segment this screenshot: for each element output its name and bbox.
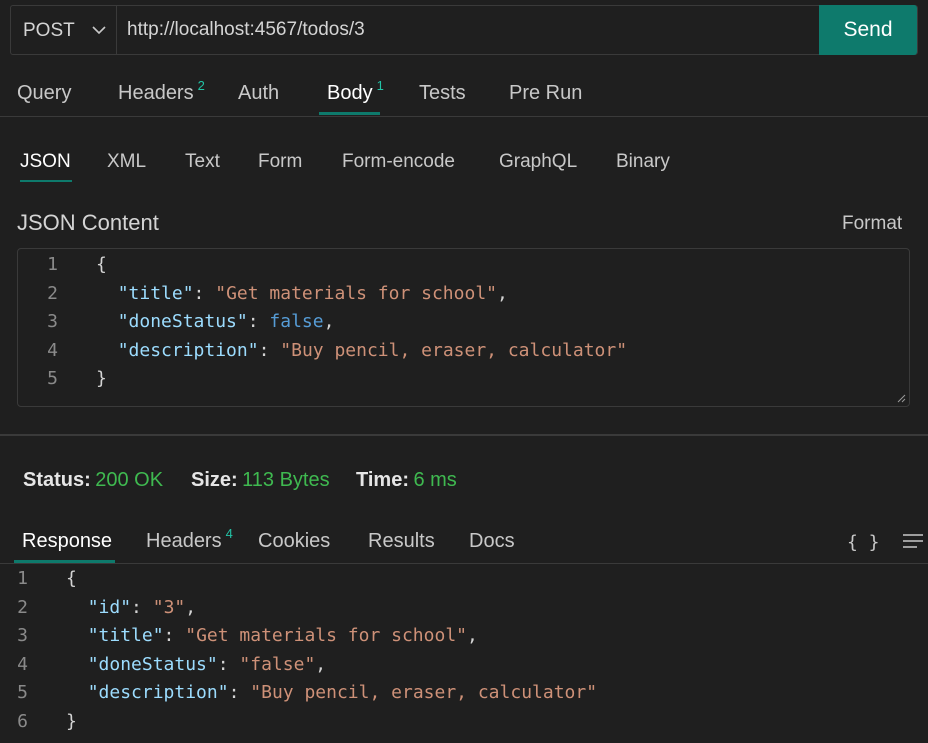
code-line: "title": "Get materials for school", xyxy=(117,283,508,304)
tab-body[interactable]: Body 1 xyxy=(327,78,384,105)
url-bar: POST Send xyxy=(10,5,918,55)
json-view-button[interactable]: { } xyxy=(847,532,880,553)
status-label: Status: xyxy=(23,469,91,491)
time-label: Time: xyxy=(356,469,409,491)
menu-icon[interactable] xyxy=(901,532,925,550)
code-line: "description": "Buy pencil, eraser, calc… xyxy=(117,340,628,361)
active-tab-indicator xyxy=(319,112,380,115)
status-value: 200 OK xyxy=(95,469,164,491)
tab-pre-run[interactable]: Pre Run xyxy=(509,82,582,105)
line-number: 1 xyxy=(17,568,28,589)
chevron-down-icon xyxy=(92,26,106,35)
line-number: 6 xyxy=(17,711,28,732)
body-tab-indicator xyxy=(20,180,72,182)
tab-label: Headers xyxy=(118,82,194,104)
size-summary: Size: 113 Bytes xyxy=(191,469,330,492)
body-tab-binary[interactable]: Binary xyxy=(616,151,670,173)
pane-divider[interactable] xyxy=(0,434,928,436)
response-tab-response[interactable]: Response xyxy=(22,530,112,553)
body-tab-text[interactable]: Text xyxy=(185,151,220,173)
resize-grip-icon[interactable] xyxy=(896,393,906,403)
tab-label: Auth xyxy=(238,82,280,104)
line-number: 2 xyxy=(47,283,58,304)
body-tab-form-encode[interactable]: Form-encode xyxy=(342,151,455,173)
code-line: } xyxy=(66,711,77,732)
response-tab-cookies[interactable]: Cookies xyxy=(258,530,330,553)
time-value: 6 ms xyxy=(413,469,457,491)
tab-label: Docs xyxy=(469,530,515,552)
code-line: "doneStatus": false, xyxy=(117,311,335,332)
tab-label: Body xyxy=(327,82,373,104)
line-number: 2 xyxy=(17,597,28,618)
line-number: 3 xyxy=(47,311,58,332)
code-line: "id": "3", xyxy=(87,597,197,618)
time-summary: Time: 6 ms xyxy=(356,469,457,492)
tabs-divider xyxy=(0,116,928,117)
tab-badge: 4 xyxy=(225,526,233,541)
tab-auth[interactable]: Auth xyxy=(238,82,279,105)
tab-headers[interactable]: Headers 2 xyxy=(118,78,205,105)
tab-label: Tests xyxy=(419,82,466,104)
code-line: } xyxy=(96,368,107,389)
body-tab-graphql[interactable]: GraphQL xyxy=(499,151,577,173)
method-label: POST xyxy=(23,20,75,41)
line-number: 4 xyxy=(17,654,28,675)
tab-label: Cookies xyxy=(258,530,331,552)
status-summary: Status: 200 OK xyxy=(23,469,163,492)
code-line: "description": "Buy pencil, eraser, calc… xyxy=(87,682,598,703)
tab-label: Pre Run xyxy=(509,82,583,104)
line-number: 5 xyxy=(17,682,28,703)
body-tab-json[interactable]: JSON xyxy=(20,151,71,173)
response-tab-docs[interactable]: Docs xyxy=(469,530,515,553)
line-number: 3 xyxy=(17,625,28,646)
line-number: 1 xyxy=(47,254,58,275)
tab-label: Results xyxy=(368,530,435,552)
body-tab-xml[interactable]: XML xyxy=(107,151,146,173)
code-line: "doneStatus": "false", xyxy=(87,654,327,675)
size-value: 113 Bytes xyxy=(242,469,330,491)
response-tab-results[interactable]: Results xyxy=(368,530,435,553)
tab-label: Response xyxy=(22,530,113,552)
tab-label: Headers xyxy=(146,530,222,552)
url-input[interactable] xyxy=(117,6,819,54)
tab-tests[interactable]: Tests xyxy=(419,82,466,105)
code-line: { xyxy=(66,568,77,589)
method-select[interactable]: POST xyxy=(11,6,117,54)
line-number: 5 xyxy=(47,368,58,389)
code-line: "title": "Get materials for school", xyxy=(87,625,478,646)
response-body-viewer: 1 2 3 4 5 6 { "id": "3", "title": "Get m… xyxy=(0,564,928,743)
tab-badge: 2 xyxy=(197,78,205,93)
tab-label: Query xyxy=(17,82,72,104)
response-tab-headers[interactable]: Headers 4 xyxy=(146,526,233,553)
body-tab-form[interactable]: Form xyxy=(258,151,302,173)
json-content-title: JSON Content xyxy=(17,210,159,235)
line-number: 4 xyxy=(47,340,58,361)
tab-query[interactable]: Query xyxy=(17,82,71,105)
request-body-editor[interactable]: 1 2 3 4 5 { "title": "Get materials for … xyxy=(17,248,910,407)
code-line: { xyxy=(96,254,107,275)
tab-badge: 1 xyxy=(376,78,384,93)
format-button[interactable]: Format xyxy=(842,213,902,235)
size-label: Size: xyxy=(191,469,238,491)
send-button[interactable]: Send xyxy=(819,5,917,55)
